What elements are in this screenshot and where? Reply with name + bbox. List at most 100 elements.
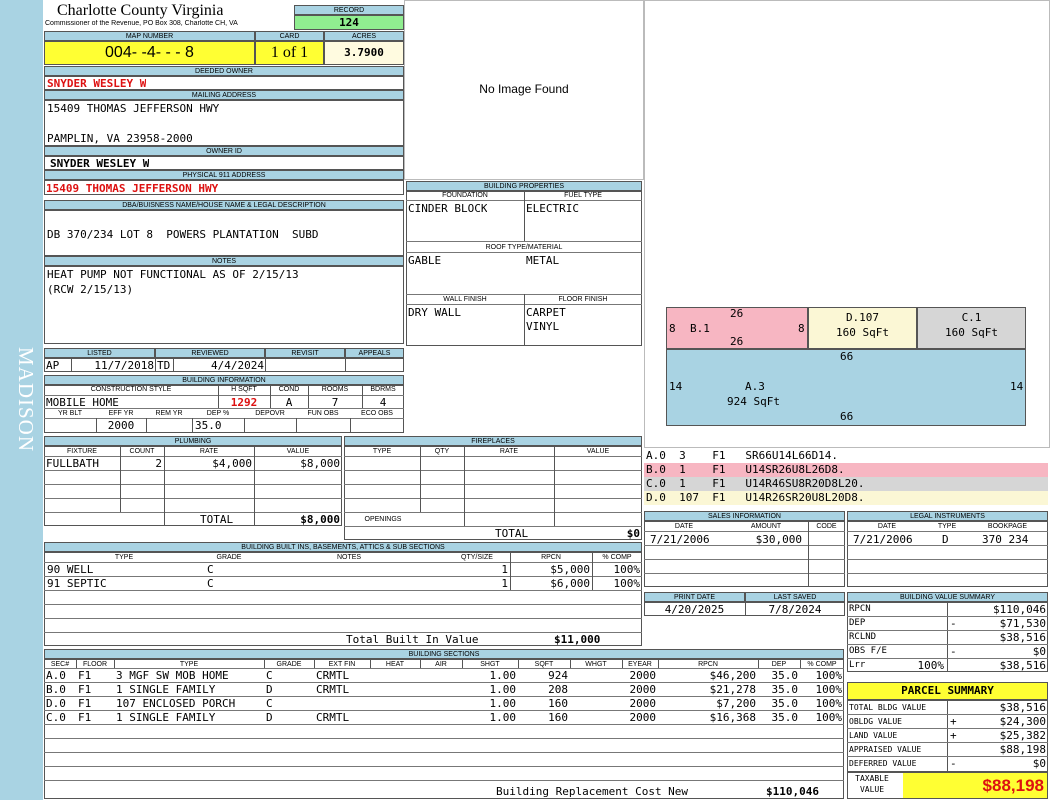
notes-label: NOTES	[44, 256, 404, 266]
owner-id-value: SNYDER WESLEY W	[50, 157, 150, 170]
fireplaces-label: FIREPLACES	[344, 436, 642, 446]
reviewed-by: TD	[157, 359, 171, 372]
bs-cell-sec: A.0	[46, 669, 66, 682]
sketch-a-bottom: 66	[840, 410, 854, 423]
bs-cell-sqft: 208	[548, 683, 568, 696]
dba-value: DB 370/234 LOT 8 POWERS PLANTATION SUBD	[47, 228, 319, 241]
fuel-value: ELECTRIC	[526, 202, 579, 215]
building-sections-label: BUILDING SECTIONS	[44, 649, 844, 659]
no-image-text: No Image Found	[479, 82, 569, 96]
foundation-value: CINDER BLOCK	[408, 202, 488, 215]
sketch-code-row: C.0 1 F1 U14R46SU8R20D8L20.	[644, 477, 1048, 491]
dba-label: DBA/BUISNESS NAME/HOUSE NAME & LEGAL DES…	[44, 200, 404, 210]
mailing-address-label: MAILING ADDRESS	[44, 90, 404, 100]
bs-cell-grade: D	[266, 683, 273, 696]
bs-cell-eyear: 2000	[629, 669, 657, 682]
bs-header: RPCN	[698, 661, 718, 668]
bdrms-value: 4	[379, 396, 387, 409]
print-date-label: PRINT DATE	[644, 592, 745, 602]
listed-by: AP	[46, 359, 60, 372]
legal-label: LEGAL INSTRUMENTS	[847, 511, 1048, 521]
vs-label: RCLND	[849, 632, 877, 642]
ps-label: DEFERRED VALUE	[849, 759, 917, 768]
vs-value: $38,516	[999, 631, 1046, 644]
bi-type-header: TYPE	[114, 554, 134, 561]
bs-total-label: Building Replacement Cost New	[496, 785, 689, 798]
bs-cell-sec: B.0	[46, 683, 66, 696]
bs-cell-shgt: 1.00	[489, 683, 517, 696]
bs-cell-rpcn: $16,368	[709, 711, 756, 724]
fp-qty-header: QTY	[434, 448, 450, 455]
physical-address-label: PHYSICAL 911 ADDRESS	[44, 170, 404, 180]
bi-row-type: 91 SEPTIC	[47, 577, 107, 590]
revisit-label: REVISIT	[265, 348, 345, 358]
bs-cell-type: 3 MGF SW MOB HOME	[116, 669, 229, 682]
map-number-label: MAP NUMBER	[44, 31, 255, 41]
ps-label: OBLDG VALUE	[849, 717, 902, 726]
last-saved: 7/8/2024	[768, 603, 822, 616]
bs-cell-shgt: 1.00	[489, 711, 517, 724]
bs-header: HEAT	[385, 661, 405, 668]
ps-value: $24,300	[999, 715, 1046, 728]
vs-pct: 100%	[917, 659, 945, 672]
plumbing-count: 2	[155, 457, 162, 470]
taxable-label2: VALUE	[859, 785, 885, 794]
map-number-value: 004- -4- - - 8	[44, 41, 255, 65]
reviewed-date: 4/4/2024	[211, 359, 264, 372]
plumbing-total: $8,000	[300, 513, 340, 526]
bs-header: EXT FIN	[328, 661, 356, 668]
legal-bookpage: 370 234	[982, 533, 1029, 546]
bs-cell-dep: 35.0	[771, 697, 799, 710]
bi-row-rpcn: $6,000	[550, 577, 590, 590]
sketch-code-row: D.0 107 F1 U14R26SR20U8L20D8.	[644, 491, 1048, 505]
bs-cell-floor: F1	[78, 697, 92, 710]
value-summary-label: BUILDING VALUE SUMMARY	[847, 592, 1048, 602]
sales-code-header: CODE	[816, 523, 837, 530]
sketch-a-left: 14	[669, 380, 683, 393]
fixture-header: FIXTURE	[67, 448, 97, 455]
eco-obs-header: ECO OBS	[361, 410, 393, 417]
bi-rpcn-header: RPCN	[541, 554, 561, 561]
bi-row-comp: 100%	[613, 577, 641, 590]
bs-cell-dep: 35.0	[771, 683, 799, 696]
eff-yr-value: 2000	[107, 419, 135, 432]
bs-cell-comp: 100%	[815, 683, 843, 696]
sketch-c-label: C.1	[961, 311, 982, 324]
sketch-d-label: D.107	[845, 311, 880, 324]
roof-type-value: GABLE	[408, 254, 442, 267]
bi-row-rpcn: $5,000	[550, 563, 590, 576]
cond-value: A	[285, 396, 293, 409]
sketch-b-right: 8	[798, 322, 805, 335]
bs-cell-sec: C.0	[46, 711, 66, 724]
ps-label: LAND VALUE	[849, 731, 898, 740]
bs-cell-sec: D.0	[46, 697, 66, 710]
fp-type-header: TYPE	[372, 448, 392, 455]
deeded-owner-label: DEEDED OWNER	[44, 66, 404, 76]
notes-line1: HEAT PUMP NOT FUNCTIONAL AS OF 2/15/13	[47, 268, 299, 281]
bs-cell-eyear: 2000	[629, 697, 657, 710]
appeals-label: APPEALS	[345, 348, 404, 358]
plumbing-fixture: FULLBATH	[46, 457, 99, 470]
dep-value: 35.0	[195, 419, 222, 432]
fp-rate-header: RATE	[499, 448, 519, 455]
bs-cell-shgt: 1.00	[489, 669, 517, 682]
legal-date: 7/21/2006	[853, 533, 913, 546]
fp-total: $0	[626, 527, 640, 540]
floor-finish-value2: VINYL	[526, 320, 560, 333]
fp-total-label: TOTAL	[495, 527, 529, 540]
sketch-code-row: A.0 3 F1 SR66U14L66D14.	[644, 449, 1048, 463]
parcel-summary-title: PARCEL SUMMARY	[847, 682, 1048, 700]
bs-cell-grade: D	[266, 711, 273, 724]
sketch-c-area: 160 SqFt	[945, 326, 998, 339]
bi-row-qty: 1	[501, 563, 508, 576]
bs-header: WHGT	[585, 661, 607, 668]
bs-cell-eyear: 2000	[629, 711, 657, 724]
built-ins-label: BUILDING BUILT INS, BASEMENTS, ATTICS & …	[44, 542, 642, 552]
bs-cell-type: 1 SINGLE FAMILY	[116, 683, 216, 696]
bs-header: SQFT	[534, 661, 554, 668]
acres-label: ACRES	[324, 31, 404, 41]
bi-comp-header: % COMP	[602, 554, 632, 561]
side-label: MADISON	[14, 347, 38, 453]
sales-label: SALES INFORMATION	[644, 511, 845, 521]
construction-style-value: MOBILE HOME	[46, 396, 119, 409]
